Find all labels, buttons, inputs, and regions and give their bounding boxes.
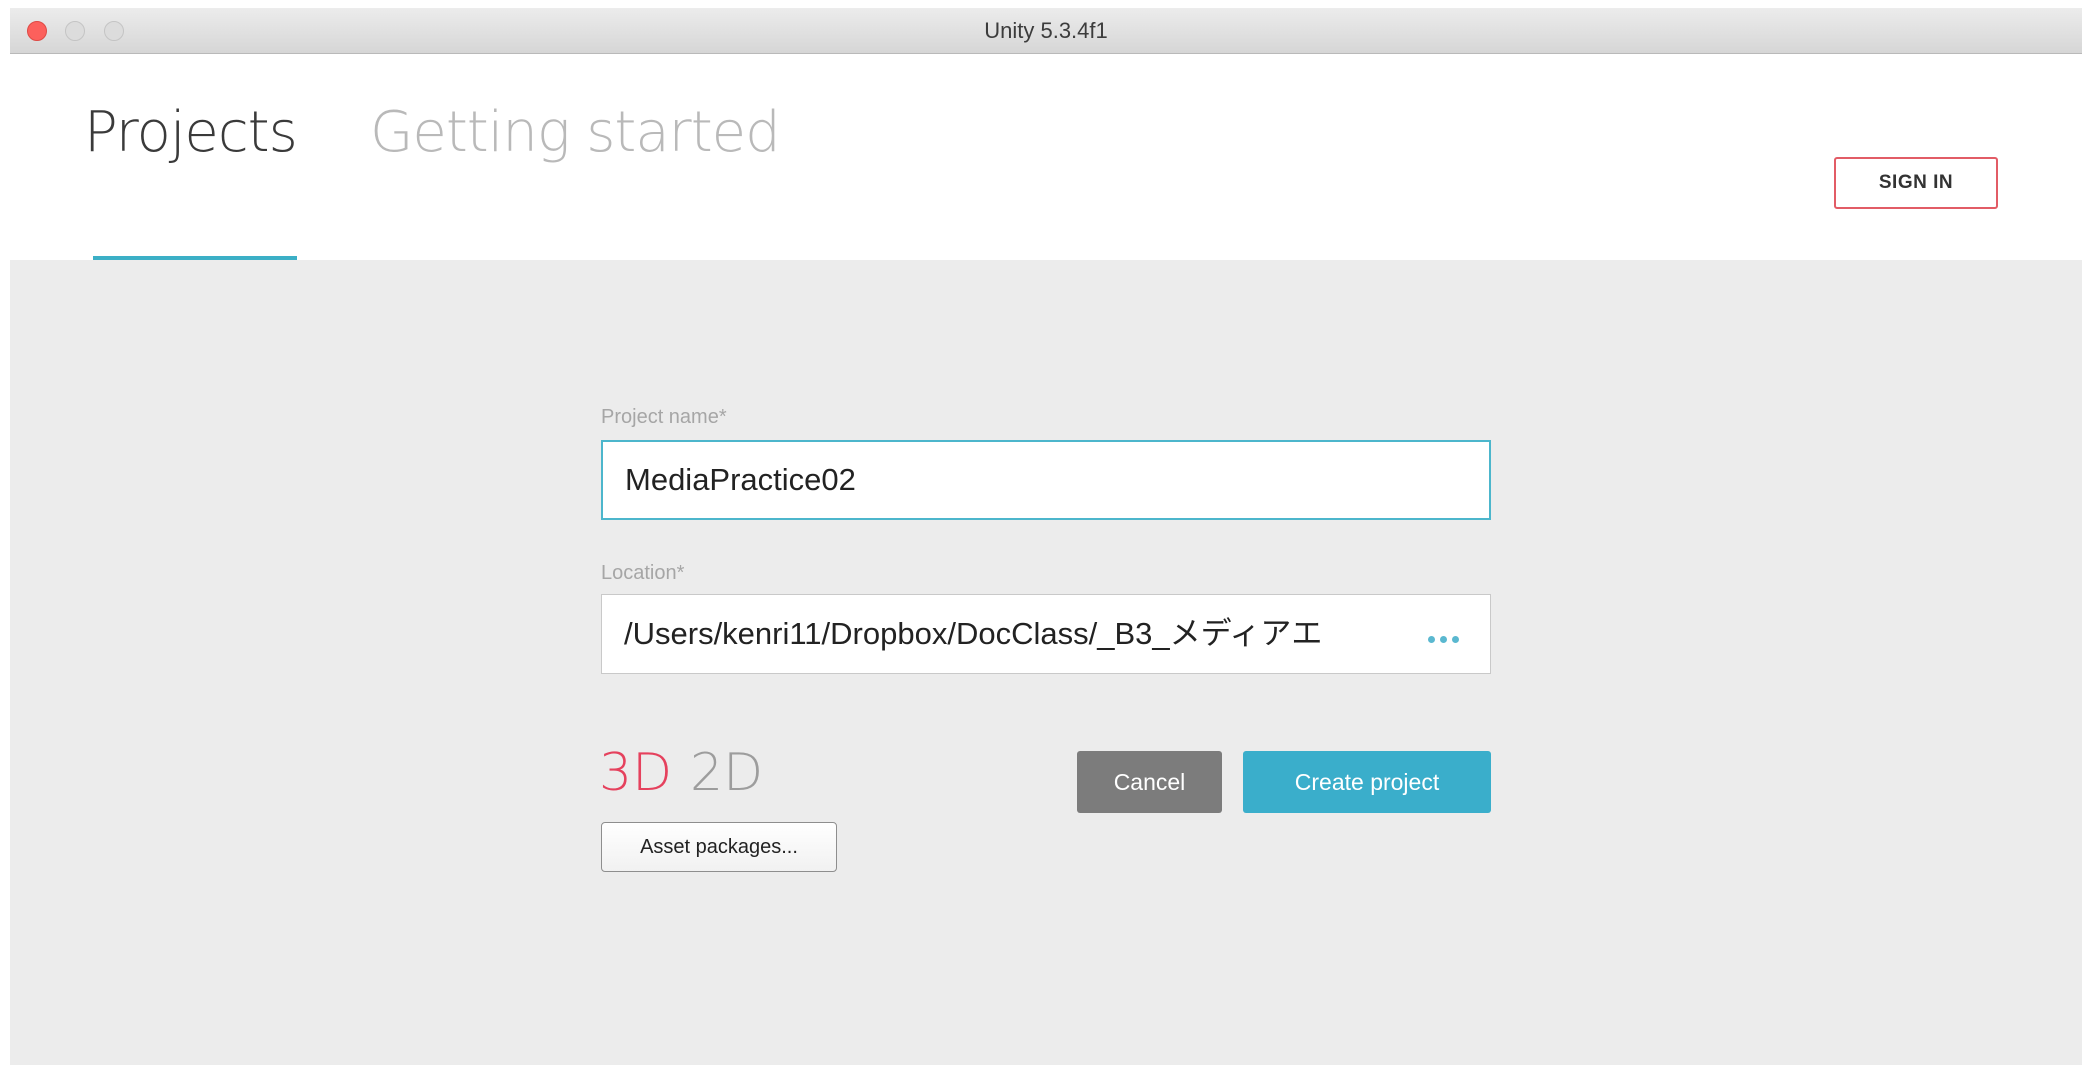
tab-projects[interactable]: Projects bbox=[84, 98, 298, 168]
location-input[interactable]: /Users/kenri11/Dropbox/DocClass/_B3_メディア… bbox=[601, 594, 1491, 674]
project-name-input[interactable]: MediaPractice02 bbox=[601, 440, 1491, 520]
cancel-button[interactable]: Cancel bbox=[1077, 751, 1222, 813]
title-bar: Unity 5.3.4f1 bbox=[10, 8, 2082, 54]
ellipsis-icon[interactable] bbox=[1428, 636, 1464, 646]
window-title: Unity 5.3.4f1 bbox=[984, 18, 1108, 43]
mode-2d-toggle[interactable]: 2D bbox=[690, 740, 763, 806]
unity-launcher-window: Unity 5.3.4f1 Projects Getting started S… bbox=[0, 0, 2082, 1065]
header bbox=[10, 54, 2082, 260]
mode-3d-toggle[interactable]: 3D bbox=[599, 740, 672, 806]
asset-packages-button[interactable]: Asset packages... bbox=[601, 822, 837, 872]
project-name-label: Project name* bbox=[601, 406, 727, 428]
location-label: Location* bbox=[601, 562, 685, 584]
sign-in-button[interactable]: SIGN IN bbox=[1834, 157, 1998, 209]
create-project-button[interactable]: Create project bbox=[1243, 751, 1491, 813]
tab-getting-started[interactable]: Getting started bbox=[370, 98, 781, 168]
